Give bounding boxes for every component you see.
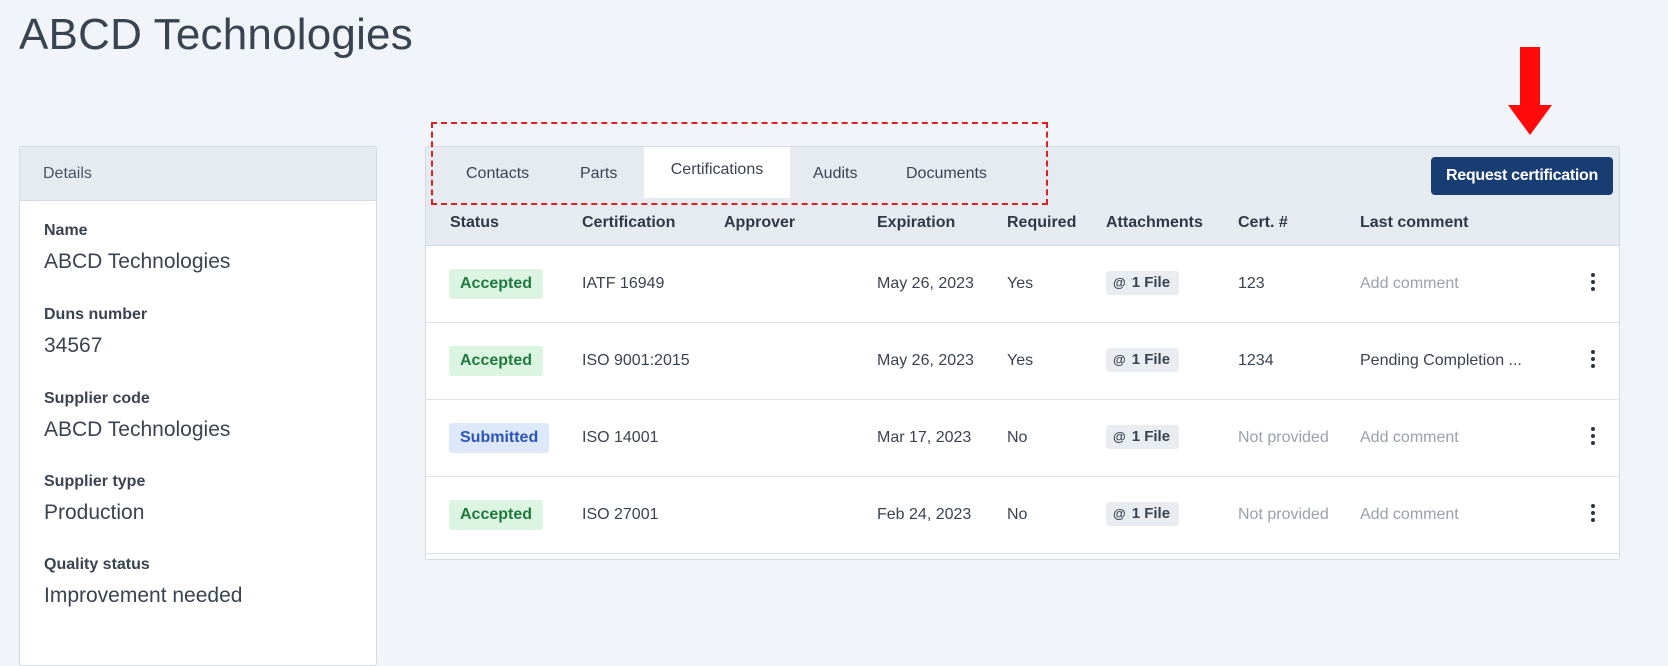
certification-cell: IATF 16949: [582, 275, 665, 292]
expiration-cell: May 26, 2023: [877, 352, 974, 369]
attachment-chip[interactable]: @1 File: [1106, 502, 1180, 526]
table-header: Status Certification Approver Expiration…: [426, 201, 1619, 246]
required-cell: Yes: [1007, 352, 1034, 369]
paperclip-icon: @: [1113, 275, 1126, 290]
column-last-comment[interactable]: Last comment: [1360, 201, 1468, 245]
detail-label: Quality status: [44, 556, 150, 573]
kebab-menu-icon[interactable]: [1588, 273, 1598, 295]
attachment-chip[interactable]: @1 File: [1106, 348, 1180, 372]
column-attachments[interactable]: Attachments: [1106, 201, 1203, 245]
tab-parts[interactable]: Parts: [580, 147, 617, 201]
expiration-cell: Feb 24, 2023: [877, 506, 972, 523]
tab-certifications[interactable]: Certifications: [644, 147, 790, 198]
cert-number-cell: Not provided: [1238, 506, 1329, 523]
detail-duns-number: Duns number 34567: [44, 306, 147, 358]
certification-cell: ISO 9001:2015: [582, 352, 690, 369]
last-comment-cell[interactable]: Pending Completion ...: [1360, 323, 1540, 399]
column-expiration[interactable]: Expiration: [877, 201, 955, 245]
certifications-card: Contacts Parts Certifications Audits Doc…: [425, 146, 1620, 560]
detail-label: Name: [44, 222, 88, 239]
table-row[interactable]: Accepted ISO 9001:2015 May 26, 2023 Yes …: [426, 323, 1619, 400]
detail-value: ABCD Technologies: [44, 250, 231, 273]
column-cert-number[interactable]: Cert. #: [1238, 201, 1288, 245]
request-certification-button[interactable]: Request certification: [1431, 157, 1613, 195]
detail-name: Name ABCD Technologies: [44, 222, 230, 274]
expiration-cell: May 26, 2023: [877, 275, 974, 292]
detail-label: Supplier code: [44, 390, 150, 407]
detail-value: Improvement needed: [44, 584, 243, 607]
tab-documents[interactable]: Documents: [906, 147, 987, 201]
table-row[interactable]: Accepted IATF 16949 May 26, 2023 Yes @1 …: [426, 246, 1619, 323]
detail-value: 34567: [44, 334, 103, 357]
add-comment-link[interactable]: Add comment: [1360, 477, 1459, 553]
details-header: Details: [20, 147, 376, 201]
cert-number-cell: 123: [1238, 275, 1265, 292]
kebab-menu-icon[interactable]: [1588, 427, 1598, 449]
detail-value: ABCD Technologies: [44, 418, 231, 441]
cert-number-cell: 1234: [1238, 352, 1274, 369]
attachment-chip[interactable]: @1 File: [1106, 425, 1180, 449]
attachment-label: 1 File: [1131, 505, 1171, 522]
attachment-label: 1 File: [1131, 274, 1171, 291]
certification-cell: ISO 27001: [582, 506, 659, 523]
certification-cell: ISO 14001: [582, 429, 659, 446]
red-down-arrow-icon: [1508, 47, 1552, 135]
required-cell: No: [1007, 506, 1028, 523]
status-badge: Accepted: [449, 269, 544, 299]
cert-number-cell: Not provided: [1238, 429, 1329, 446]
column-certification[interactable]: Certification: [582, 201, 675, 245]
column-required[interactable]: Required: [1007, 201, 1076, 245]
detail-quality-status: Quality status Improvement needed: [44, 556, 242, 608]
paperclip-icon: @: [1113, 429, 1126, 444]
attachment-label: 1 File: [1131, 351, 1171, 368]
tab-contacts[interactable]: Contacts: [466, 147, 529, 201]
detail-label: Supplier type: [44, 473, 146, 490]
attachment-label: 1 File: [1131, 428, 1171, 445]
table-row[interactable]: Submitted ISO 14001 Mar 17, 2023 No @1 F…: [426, 400, 1619, 477]
detail-label: Duns number: [44, 306, 148, 323]
column-approver[interactable]: Approver: [724, 201, 795, 245]
detail-supplier-type: Supplier type Production: [44, 473, 145, 525]
column-status[interactable]: Status: [450, 201, 499, 245]
status-badge: Submitted: [449, 423, 550, 453]
tab-audits[interactable]: Audits: [813, 147, 857, 201]
details-panel: Details Name ABCD Technologies Duns numb…: [19, 146, 377, 666]
page-title: ABCD Technologies: [19, 10, 413, 59]
required-cell: No: [1007, 429, 1028, 446]
detail-value: Production: [44, 501, 145, 524]
status-badge: Accepted: [449, 346, 544, 376]
status-badge: Accepted: [449, 500, 544, 530]
kebab-menu-icon[interactable]: [1588, 504, 1598, 526]
kebab-menu-icon[interactable]: [1588, 350, 1598, 372]
add-comment-link[interactable]: Add comment: [1360, 400, 1459, 476]
tab-bar: Contacts Parts Certifications Audits Doc…: [426, 147, 1619, 201]
expiration-cell: Mar 17, 2023: [877, 429, 972, 446]
add-comment-link[interactable]: Add comment: [1360, 246, 1459, 322]
paperclip-icon: @: [1113, 352, 1126, 367]
table-row[interactable]: Accepted ISO 27001 Feb 24, 2023 No @1 Fi…: [426, 477, 1619, 554]
paperclip-icon: @: [1113, 506, 1126, 521]
detail-supplier-code: Supplier code ABCD Technologies: [44, 390, 230, 442]
required-cell: Yes: [1007, 275, 1034, 292]
attachment-chip[interactable]: @1 File: [1106, 271, 1180, 295]
